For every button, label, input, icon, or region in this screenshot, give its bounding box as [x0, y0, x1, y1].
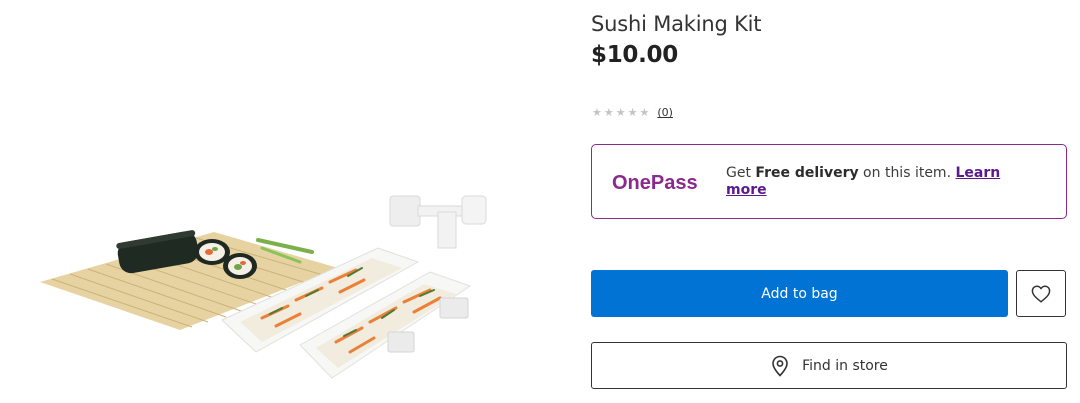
wishlist-button[interactable] — [1016, 270, 1066, 317]
onepass-logo: OnePass — [612, 169, 708, 195]
heart-icon — [1031, 284, 1051, 303]
star-icon: ★ — [639, 106, 650, 119]
find-in-store-button[interactable]: Find in store — [591, 342, 1067, 389]
free-delivery-text: Free delivery — [755, 164, 859, 181]
find-in-store-label: Find in store — [802, 357, 888, 374]
review-count-link[interactable]: (0) — [657, 107, 673, 119]
product-price: $10.00 — [591, 42, 678, 68]
star-icon: ★ — [627, 106, 638, 119]
product-image[interactable] — [0, 0, 560, 403]
product-rating: ★ ★ ★ ★ ★ (0) — [592, 107, 673, 119]
onepass-text-prefix: Get — [726, 164, 756, 181]
star-icon: ★ — [592, 106, 602, 119]
onepass-promo-banner: OnePass Get Free delivery on this item. … — [591, 144, 1067, 219]
location-pin-icon — [770, 355, 790, 377]
rating-stars: ★ ★ ★ ★ ★ — [592, 107, 649, 119]
onepass-message: Get Free delivery on this item. Learn mo… — [726, 165, 1036, 199]
onepass-text-suffix: on this item. — [858, 164, 956, 181]
onepass-logo-text: OnePass — [612, 172, 698, 194]
star-icon: ★ — [615, 106, 626, 119]
product-title: Sushi Making Kit — [591, 12, 762, 36]
star-icon: ★ — [603, 106, 614, 119]
add-to-bag-button[interactable]: Add to bag — [591, 270, 1008, 317]
